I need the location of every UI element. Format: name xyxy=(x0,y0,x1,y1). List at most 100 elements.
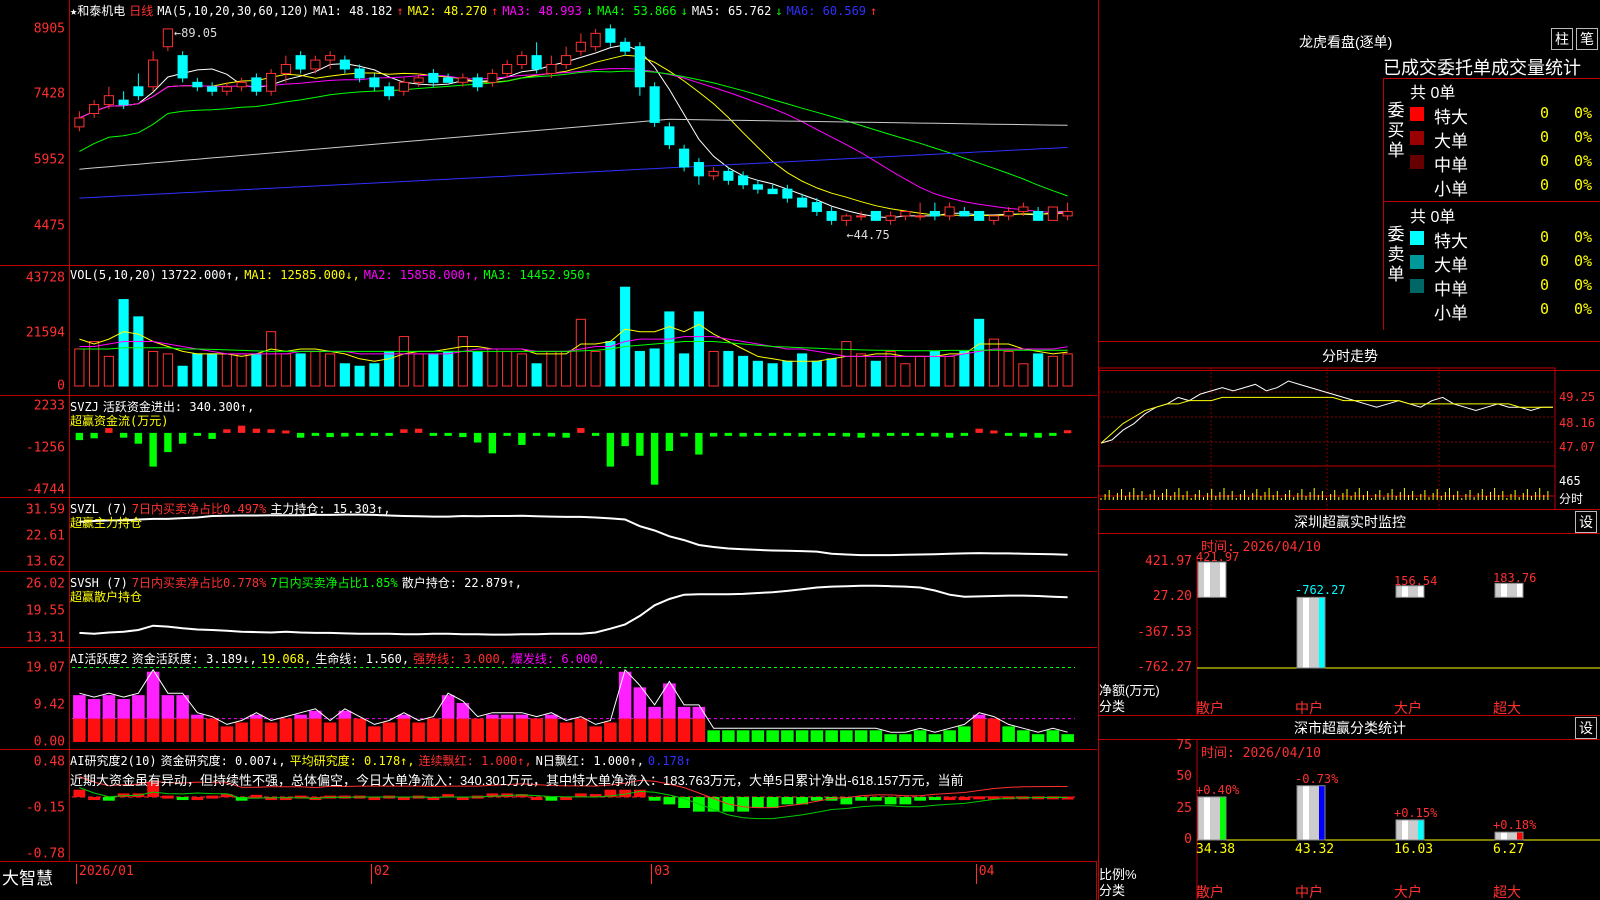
candlestick[interactable] xyxy=(398,77,409,96)
activity-bar[interactable] xyxy=(191,714,204,742)
volume-bar[interactable] xyxy=(561,350,572,387)
research-bar[interactable] xyxy=(102,797,115,801)
svzl-panel[interactable]: 31.59 22.61 13.62 SVZL (7) 7日内买卖净占比0.497% 主力持… xyxy=(0,498,1097,572)
candlestick[interactable] xyxy=(782,184,793,203)
money-flow-bar[interactable] xyxy=(591,432,600,436)
volume-bar[interactable] xyxy=(649,348,660,387)
activity-bar[interactable] xyxy=(427,718,440,742)
activity-bar[interactable] xyxy=(294,714,307,742)
money-flow-bar[interactable] xyxy=(296,432,305,438)
activity-bar[interactable] xyxy=(545,714,558,742)
research-bar[interactable] xyxy=(663,797,676,805)
candlestick[interactable] xyxy=(280,55,291,83)
candlestick[interactable] xyxy=(531,42,542,74)
money-flow-bar[interactable] xyxy=(178,432,187,444)
money-flow-bar[interactable] xyxy=(872,432,880,437)
activity-bar[interactable] xyxy=(854,730,868,742)
money-flow-bar[interactable] xyxy=(164,432,172,453)
research-bar[interactable] xyxy=(206,795,219,799)
activity-bar[interactable] xyxy=(781,730,794,742)
money-flow-bar[interactable] xyxy=(473,432,482,443)
volume-bar[interactable] xyxy=(103,355,114,387)
candlestick[interactable] xyxy=(590,28,601,52)
money-flow-bar[interactable] xyxy=(650,432,659,485)
candlestick[interactable] xyxy=(575,33,586,56)
money-flow-bar[interactable] xyxy=(208,432,216,439)
money-flow-bar[interactable] xyxy=(886,432,895,436)
category-bar[interactable] xyxy=(1296,596,1326,669)
research-bar[interactable] xyxy=(781,797,794,805)
activity-bar[interactable] xyxy=(943,730,956,742)
volume-bar[interactable] xyxy=(870,360,881,387)
research-bar[interactable] xyxy=(855,797,868,801)
volume-bar[interactable] xyxy=(398,336,409,387)
activity-bar[interactable] xyxy=(751,730,765,742)
research-bar[interactable] xyxy=(88,797,101,801)
money-flow-bar[interactable] xyxy=(945,432,954,438)
candlestick[interactable] xyxy=(516,51,527,69)
volume-bar[interactable] xyxy=(1062,353,1073,387)
candlestick[interactable] xyxy=(162,28,173,52)
money-flow-bar[interactable] xyxy=(503,432,511,436)
category-bar[interactable] xyxy=(1494,831,1524,841)
candlestick[interactable] xyxy=(856,211,867,221)
money-flow-bar[interactable] xyxy=(429,432,438,436)
volume-bar[interactable] xyxy=(177,365,188,387)
money-flow-bar[interactable] xyxy=(842,432,851,437)
bar-mode-button[interactable]: 柱 xyxy=(1551,28,1573,50)
activity-bar[interactable] xyxy=(471,718,484,742)
candlestick[interactable] xyxy=(339,55,350,74)
volume-bar[interactable] xyxy=(1033,353,1044,387)
money-flow-bar[interactable] xyxy=(636,432,644,456)
money-flow-bar[interactable] xyxy=(1004,432,1013,436)
volume-bar[interactable] xyxy=(974,318,985,387)
activity-bar[interactable] xyxy=(884,734,897,742)
candlestick[interactable] xyxy=(133,73,144,101)
money-flow-bar[interactable] xyxy=(355,432,364,436)
research-bar[interactable] xyxy=(884,797,897,805)
money-flow-bar[interactable] xyxy=(1063,430,1072,434)
volume-bar[interactable] xyxy=(664,311,675,387)
volume-bar[interactable] xyxy=(516,353,527,387)
research-bar[interactable] xyxy=(545,797,558,801)
money-flow-bar[interactable] xyxy=(975,428,983,433)
volume-bar[interactable] xyxy=(354,365,365,387)
activity-bar[interactable] xyxy=(309,710,322,742)
money-flow-bar[interactable] xyxy=(488,432,497,454)
activity-bar[interactable] xyxy=(707,730,720,742)
volume-bar[interactable] xyxy=(74,348,85,387)
money-flow-bar[interactable] xyxy=(237,425,246,433)
settings-button[interactable]: 设 xyxy=(1575,511,1597,533)
money-flow-bar[interactable] xyxy=(459,432,467,438)
money-flow-bar[interactable] xyxy=(90,432,98,439)
volume-bar[interactable] xyxy=(325,353,336,387)
money-flow-bar[interactable] xyxy=(577,428,585,433)
candlestick[interactable] xyxy=(148,51,159,92)
volume-bar[interactable] xyxy=(693,311,704,387)
activity-bar[interactable] xyxy=(913,730,927,742)
period-label[interactable]: 日线 xyxy=(129,4,153,18)
money-flow-bar[interactable] xyxy=(134,432,143,444)
svzj-panel[interactable]: 2233 -1256 -4744 SVZJ 活跃资金进出: 340.300↑, 超赢资金流… xyxy=(0,396,1097,498)
money-flow-bar[interactable] xyxy=(414,428,423,433)
volume-bar[interactable] xyxy=(988,338,999,387)
activity-bar[interactable] xyxy=(1031,734,1045,742)
candlestick[interactable] xyxy=(915,202,926,221)
volume-bar[interactable] xyxy=(443,350,454,387)
kline-panel[interactable]: 8905 7428 5952 4475 ★和泰机电 日线 MA(5,10,20,30,60,… xyxy=(0,0,1097,266)
money-flow-bar[interactable] xyxy=(709,432,718,437)
candlestick[interactable] xyxy=(944,202,955,221)
activity-bar[interactable] xyxy=(176,695,189,742)
ai-research-panel[interactable]: 0.48 -0.15 -0.78 AI研究度2(10) 资金研究度: 0.007↓, 平均… xyxy=(0,750,1097,862)
money-flow-bar[interactable] xyxy=(990,430,998,434)
activity-bar[interactable] xyxy=(633,687,647,742)
money-flow-bar[interactable] xyxy=(252,428,261,433)
candlestick[interactable] xyxy=(266,68,277,96)
volume-bar[interactable] xyxy=(487,348,498,387)
activity-bar[interactable] xyxy=(235,722,248,742)
money-flow-bar[interactable] xyxy=(282,430,290,434)
money-flow-bar[interactable] xyxy=(739,432,747,437)
volume-bar[interactable] xyxy=(280,353,291,387)
money-flow-bar[interactable] xyxy=(75,432,84,441)
money-flow-bar[interactable] xyxy=(444,432,452,436)
